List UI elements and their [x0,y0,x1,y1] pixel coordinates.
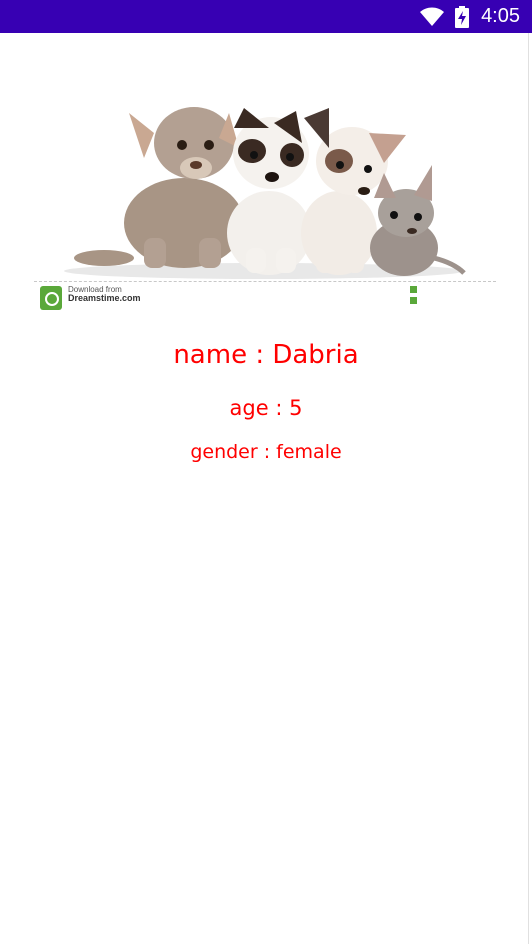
credit-meta-row [410,297,490,304]
status-icons: 4:05 [419,5,520,28]
meta-square-icon [410,297,417,304]
scrollbar[interactable] [528,33,532,944]
battery-charging-icon [455,5,470,28]
puppies-photo [34,73,496,315]
wifi-icon [419,7,445,27]
credit-meta [410,286,490,308]
dreamstime-logo-icon [40,286,62,310]
meta-square-icon [410,286,417,293]
credit-line2: Dreamstime.com [68,293,141,303]
photo-credit-strip: Download from Dreamstime.com [34,281,496,313]
pet-gender: gender : female [190,441,342,463]
pet-age: age : 5 [229,396,303,420]
status-bar: 4:05 [0,0,532,33]
credit-text: Download from Dreamstime.com [68,285,141,303]
credit-meta-row [410,286,490,293]
content-area: Download from Dreamstime.com name : Dabr… [0,33,532,944]
status-time: 4:05 [481,5,520,27]
pet-name: name : Dabria [173,340,359,370]
